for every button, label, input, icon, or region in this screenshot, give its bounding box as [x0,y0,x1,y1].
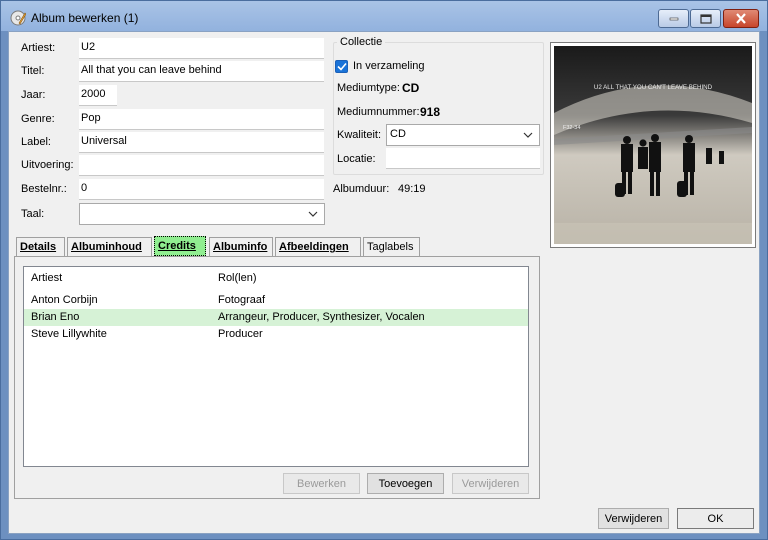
language-label: Taal: [21,208,45,220]
year-field[interactable]: 2000 [79,85,117,106]
ordernr-field[interactable]: 0 [79,179,324,200]
titlebar[interactable]: Album bewerken (1) [1,1,767,31]
media-number-value: 918 [420,105,441,119]
album-edit-icon [10,10,27,26]
row-artist: Steve Lillywhite [31,328,107,340]
location-label: Locatie: [337,153,376,165]
credits-list[interactable]: Artiest Rol(len) Anton Corbijn Fotograaf… [23,266,529,467]
album-cover-image[interactable]: U2 ALL THAT YOU CAN'T LEAVE BEHIND F32-3… [550,42,756,248]
table-row-selected[interactable]: Brian Eno Arrangeur, Producer, Synthesiz… [24,309,528,326]
genre-label: Genre: [21,113,55,125]
row-roles: Fotograaf [218,294,266,306]
media-number-label: Mediumnummer: [337,106,420,118]
artist-label: Artiest: [21,42,56,54]
in-collection-checkbox[interactable] [335,60,348,73]
window-title: Album bewerken (1) [31,11,139,25]
row-roles: Arrangeur, Producer, Synthesizer, Vocale… [218,311,425,323]
language-select[interactable] [79,203,325,225]
table-row[interactable]: Steve Lillywhite Producer [24,326,528,343]
minimize-button[interactable] [658,9,689,28]
row-roles: Producer [218,328,263,340]
in-collection-label: In verzameling [353,60,425,72]
tab-details[interactable]: Details [16,237,65,257]
year-label: Jaar: [21,89,46,101]
quality-label: Kwaliteit: [337,129,382,141]
quality-select[interactable]: CD [386,124,540,146]
media-type-value: CD [402,81,420,95]
close-button[interactable] [723,9,759,28]
ordernr-label: Bestelnr.: [21,183,67,195]
duration-label: Albumduur: [333,183,390,195]
add-credit-button[interactable]: Toevoegen [367,473,444,494]
cover-caption: U2 ALL THAT YOU CAN'T LEAVE BEHIND [594,84,713,91]
remove-credit-button[interactable]: Verwijderen [452,473,529,494]
table-row[interactable]: Anton Corbijn Fotograaf [24,292,528,309]
list-header: Artiest Rol(len) [24,267,528,289]
collection-group-title: Collectie [337,36,386,48]
column-header-roles[interactable]: Rol(len) [218,272,257,284]
ok-button[interactable]: OK [677,508,754,529]
dialog-content: Artiest: U2 Titel: All that you can leav… [8,31,760,534]
label-label: Label: [21,136,51,148]
maximize-button[interactable] [690,9,721,28]
performance-label: Uitvoering: [21,159,74,171]
tab-taglabels[interactable]: Taglabels [363,237,420,257]
artist-field[interactable]: U2 [79,38,324,59]
title-label: Titel: [21,65,45,77]
performance-field[interactable] [79,155,324,176]
title-field[interactable]: All that you can leave behind [79,61,324,82]
credits-panel: Artiest Rol(len) Anton Corbijn Fotograaf… [14,256,540,499]
row-artist: Anton Corbijn [31,294,98,306]
genre-field[interactable]: Pop [79,109,324,130]
chevron-down-icon [308,209,318,219]
tab-albuminhoud[interactable]: Albuminhoud [67,237,152,257]
cover-gate-sign: F32-34 [563,125,580,131]
dialog-window: Album bewerken (1) Artiest: U2 Titel: Al… [0,0,768,540]
chevron-down-icon [523,130,533,140]
location-field[interactable] [386,148,540,169]
tab-albuminfo[interactable]: Albuminfo [209,237,273,257]
delete-album-button[interactable]: Verwijderen [598,508,669,529]
row-artist: Brian Eno [31,311,80,323]
quality-value: CD [390,128,406,140]
duration-value: 49:19 [398,183,426,195]
tab-credits[interactable]: Credits [154,236,206,256]
record-label-field[interactable]: Universal [79,132,324,153]
column-header-artist[interactable]: Artiest [31,272,62,284]
media-type-label: Mediumtype: [337,82,400,94]
edit-credit-button[interactable]: Bewerken [283,473,360,494]
tab-afbeeldingen[interactable]: Afbeeldingen [275,237,361,257]
